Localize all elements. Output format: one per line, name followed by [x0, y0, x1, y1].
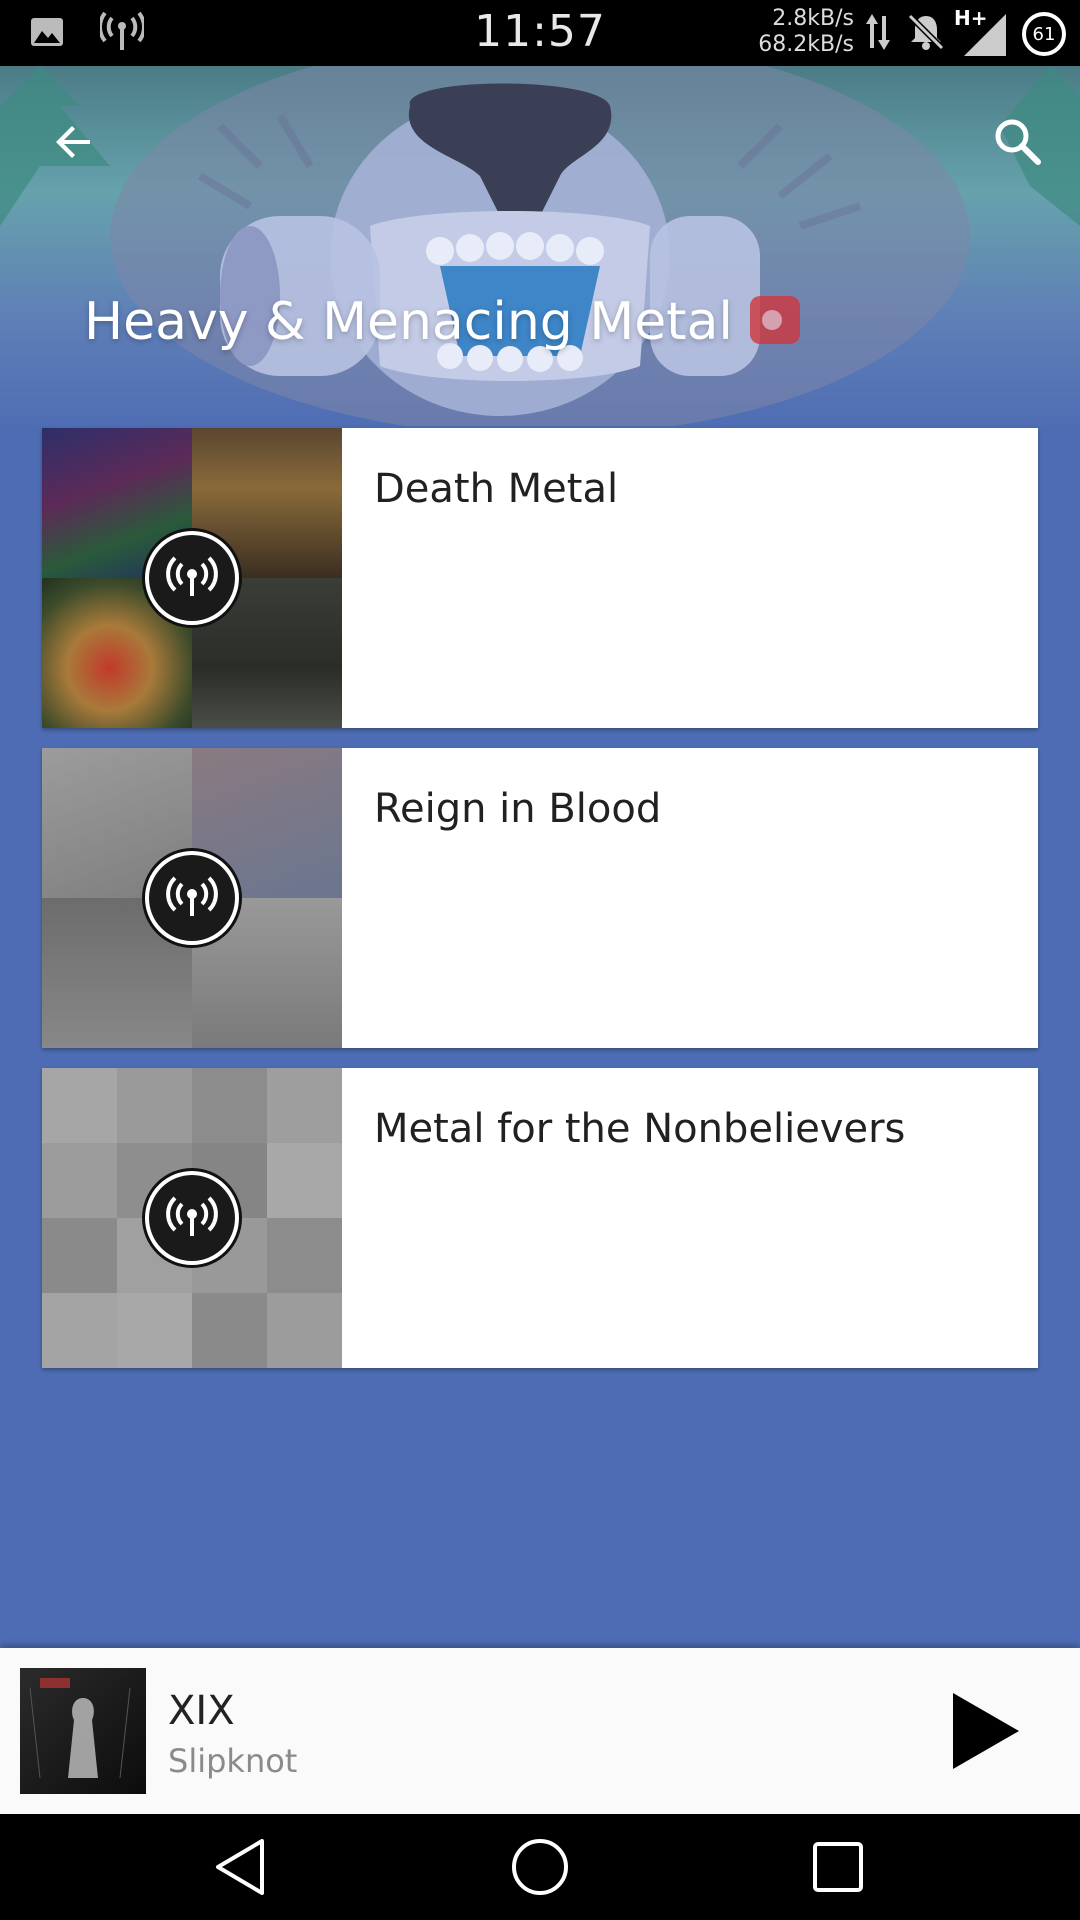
battery-level: 61 — [1032, 23, 1056, 45]
station-artwork — [42, 1068, 342, 1368]
radio-icon — [145, 1171, 239, 1265]
network-speed: 2.8kB/s 68.2kB/s — [758, 6, 854, 58]
notifications-off-icon — [906, 12, 946, 56]
radio-icon — [145, 851, 239, 945]
home-circle-icon — [512, 1839, 568, 1895]
play-icon — [953, 1693, 1019, 1769]
upload-speed: 2.8kB/s — [772, 6, 854, 31]
search-icon — [995, 119, 1041, 165]
arrow-back-icon — [56, 126, 90, 158]
now-playing-artist: Slipknot — [168, 1742, 298, 1780]
search-button[interactable] — [986, 110, 1050, 174]
station-card[interactable]: Reign in Blood — [42, 748, 1038, 1048]
network-type: H+ — [954, 6, 988, 30]
header-artwork — [0, 66, 1080, 426]
now-playing-bar[interactable]: XIX Slipknot — [0, 1648, 1080, 1814]
recents-square-icon — [813, 1842, 863, 1892]
screen: 11:57 2.8kB/s 68.2kB/s H+ 61 Heavy & Men… — [0, 0, 1080, 1920]
data-transfer-icon — [864, 12, 892, 56]
station-card[interactable]: Metal for the Nonbelievers — [42, 1068, 1038, 1368]
station-name: Reign in Blood — [374, 786, 662, 832]
status-bar: 11:57 2.8kB/s 68.2kB/s H+ 61 — [0, 0, 1080, 66]
status-right-icons: H+ 61 — [864, 6, 1066, 58]
now-playing-artwork — [20, 1668, 146, 1794]
radio-icon — [145, 531, 239, 625]
battery-icon: 61 — [1022, 12, 1066, 56]
station-card[interactable]: Death Metal — [42, 428, 1038, 728]
back-triangle-icon — [216, 1839, 264, 1895]
station-list: Death Metal Reign in Blood Metal for the… — [0, 426, 1080, 1648]
station-group-header: Heavy & Menacing Metal — [0, 66, 1080, 426]
play-button[interactable] — [940, 1686, 1030, 1776]
back-button[interactable] — [42, 110, 106, 174]
now-playing-title: XIX — [168, 1688, 235, 1734]
station-name: Metal for the Nonbelievers — [374, 1106, 906, 1152]
nav-back-button[interactable] — [205, 1832, 275, 1902]
station-name: Death Metal — [374, 466, 619, 512]
signal-icon: H+ — [954, 6, 1008, 58]
download-speed: 68.2kB/s — [758, 32, 854, 57]
nav-recents-button[interactable] — [803, 1832, 873, 1902]
station-artwork — [42, 748, 342, 1048]
station-artwork — [42, 428, 342, 728]
nav-home-button[interactable] — [505, 1832, 575, 1902]
navigation-bar — [0, 1814, 1080, 1920]
page-title: Heavy & Menacing Metal — [84, 292, 733, 352]
